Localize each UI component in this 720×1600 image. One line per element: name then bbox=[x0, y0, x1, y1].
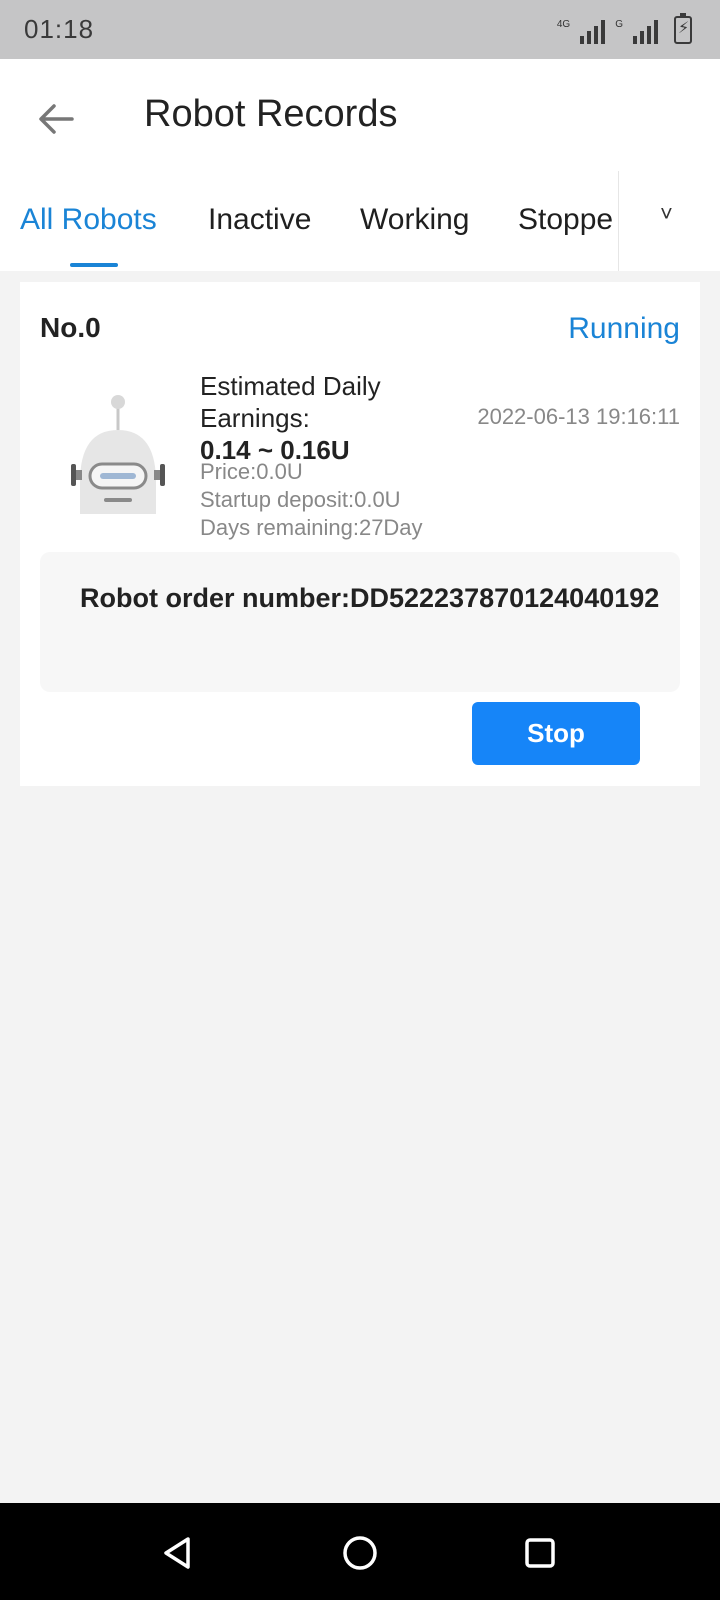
signal-icon bbox=[580, 18, 606, 44]
estimated-earnings: Estimated Daily Earnings: 0.14 ~ 0.16U bbox=[200, 370, 440, 466]
navigation-bar bbox=[0, 1503, 720, 1600]
status-bar: 01:18 4G G ⚡ bbox=[0, 0, 720, 59]
status-badge: Running bbox=[568, 312, 680, 345]
robot-number: No.0 bbox=[40, 312, 101, 343]
chevron-down-icon[interactable]: ˅ bbox=[660, 201, 673, 227]
network-type-label-2: G bbox=[615, 19, 623, 30]
tab-strip: All Robots Inactive Working Stoppe bbox=[0, 171, 618, 271]
start-date: 2022-06-13 19:16:11 bbox=[477, 404, 680, 429]
header: Robot Records bbox=[0, 59, 720, 171]
days-remaining-text: Days remaining:27Day bbox=[200, 515, 423, 540]
robot-card: No.0 Running Estimated Daily Earnings: 0… bbox=[20, 282, 700, 786]
active-tab-indicator bbox=[70, 263, 118, 267]
order-number-box bbox=[40, 552, 680, 692]
tab-stopped[interactable]: Stoppe bbox=[518, 203, 613, 237]
battery-icon: ⚡ bbox=[674, 13, 692, 44]
estimated-earnings-label: Estimated Daily Earnings: bbox=[200, 371, 381, 433]
page-title: Robot Records bbox=[144, 93, 398, 135]
arrow-left-icon bbox=[39, 104, 74, 134]
battery-charging-symbol: ⚡ bbox=[678, 20, 690, 37]
signal-icon-2 bbox=[633, 18, 658, 44]
stop-button[interactable]: Stop bbox=[472, 702, 640, 765]
tab-inactive[interactable]: Inactive bbox=[208, 203, 311, 237]
triangle-back-icon[interactable] bbox=[158, 1533, 198, 1573]
tab-divider bbox=[618, 171, 619, 271]
startup-deposit-text: Startup deposit:0.0U bbox=[200, 487, 401, 512]
tab-bar: All Robots Inactive Working Stoppe ˅ bbox=[0, 171, 720, 271]
status-icons: 4G G ⚡ bbox=[556, 13, 692, 44]
robot-icon bbox=[71, 395, 165, 514]
tab-all-robots[interactable]: All Robots bbox=[20, 203, 157, 237]
circle-home-icon[interactable] bbox=[340, 1533, 380, 1573]
network-type-label: 4G bbox=[556, 19, 571, 30]
square-recents-icon[interactable] bbox=[520, 1533, 560, 1573]
tab-working[interactable]: Working bbox=[360, 203, 469, 237]
status-time: 01:18 bbox=[24, 14, 95, 44]
back-button[interactable] bbox=[32, 95, 80, 143]
order-number-text: Robot order number:DD522237870124040192 bbox=[80, 583, 660, 613]
price-text: Price:0.0U bbox=[200, 459, 303, 484]
